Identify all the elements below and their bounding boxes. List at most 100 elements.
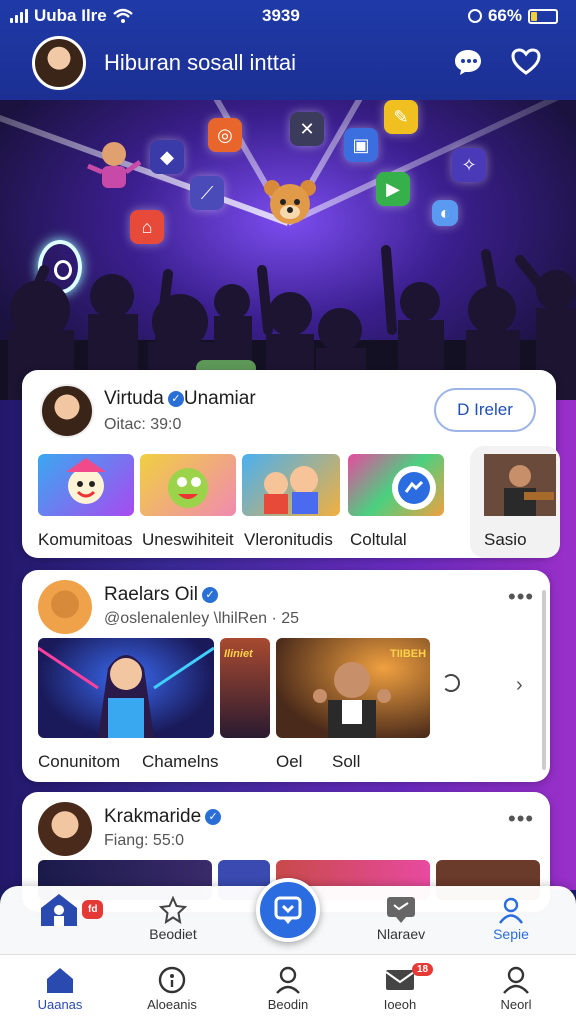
signal-icon — [10, 9, 28, 23]
app-icon: ◆ — [150, 140, 184, 174]
cartoon-jester-thumb — [66, 458, 106, 504]
tab-label: Uaanas — [37, 997, 83, 1012]
tab-badge: 18 — [412, 963, 434, 976]
tile-label: Vleronitudis — [244, 530, 333, 549]
alarm-icon — [467, 9, 482, 23]
poster-title: TIIBEH — [390, 648, 427, 660]
post-avatar[interactable] — [38, 802, 92, 856]
quick-home-button[interactable]: fd — [14, 894, 104, 926]
home-icon — [47, 968, 73, 993]
tile-label: Coltulal — [350, 530, 407, 549]
app-icon: ✕ — [290, 112, 324, 146]
chevron-right-icon[interactable]: › — [516, 674, 523, 697]
media-thumb[interactable]: TIIBEH — [276, 638, 430, 738]
creator-avatar[interactable] — [40, 384, 94, 438]
quick-profile-button[interactable]: Sepie — [466, 894, 556, 942]
quick-label: Sepie — [493, 926, 529, 942]
category-tile[interactable] — [242, 454, 340, 516]
app-icon: ◎ — [208, 118, 242, 152]
tab-inbox[interactable]: 18 Ioeoh — [350, 963, 450, 1012]
creator-name-text: Virtuda — [104, 388, 164, 409]
profile-icon — [503, 966, 529, 994]
musician-thumb — [484, 454, 556, 516]
tile-label: Uneswihiteit — [142, 530, 234, 549]
media-label: Soll — [332, 752, 361, 771]
post-author-name[interactable]: Raelars Oil ✓ — [104, 584, 218, 606]
search-person-icon — [276, 966, 300, 994]
wifi-icon — [112, 8, 133, 23]
heart-icon[interactable] — [510, 46, 542, 78]
media-thumb[interactable]: Iliniet — [220, 638, 270, 738]
quick-beodiet-button[interactable]: Beodiet — [128, 894, 218, 942]
tab-explore[interactable]: Aloeanis — [122, 963, 222, 1012]
app-icon: ✧ — [452, 148, 486, 182]
person-icon — [499, 897, 523, 924]
verified-badge-icon: ✓ — [205, 809, 222, 825]
verified-badge-icon: ✓ — [201, 587, 218, 603]
quick-label: Nlaraev — [376, 926, 426, 942]
creator-name[interactable]: Virtuda ✓ Unamiar — [104, 388, 256, 410]
status-time: 3939 — [262, 6, 300, 25]
battery-percent: 66% — [487, 6, 522, 25]
battery-icon — [528, 8, 558, 24]
cartoon-monster-thumb — [168, 468, 208, 508]
mail-icon — [385, 970, 415, 990]
post-author-text: Raelars Oil — [104, 584, 198, 605]
featured-creator-card: Virtuda ✓ Unamiar Oitac: 39:0 D Ireler Sas… — [22, 370, 560, 558]
status-bar: Uuba Ilre 3939 66% — [0, 0, 576, 32]
app-icon: ▣ — [344, 128, 378, 162]
media-label: Conunitom — [38, 752, 121, 771]
media-label: Oel — [276, 752, 303, 771]
tab-label: Ioeoh — [383, 997, 417, 1012]
app-header: Hiburan sosall inttai — [0, 34, 576, 94]
light-ray — [0, 100, 290, 226]
post-subtext: Fiang: 55:0 — [104, 832, 185, 849]
tab-profile[interactable]: Neorl — [466, 963, 566, 1012]
star-outline-icon — [159, 896, 187, 924]
tile-label: Komumitoas — [38, 530, 133, 549]
quick-message-button[interactable]: Nlaraev — [356, 894, 446, 942]
app-icon: ▶ — [376, 172, 410, 206]
app-icon: ⟋ — [190, 176, 224, 210]
chat-bubble-icon — [387, 897, 415, 923]
category-tile[interactable]: Sasio — [470, 446, 560, 558]
post-author-name[interactable]: Krakmaride ✓ — [104, 806, 222, 828]
messenger-icon[interactable] — [452, 46, 484, 78]
hero-banner: ◎ ✕ ▣ ◆ ⟋ ▶ ⌂ ✧ ✎ ◐ — [0, 100, 576, 400]
creator-name-second: Unamiar — [183, 388, 256, 409]
media-label: Chamelns — [142, 752, 219, 771]
bear-mascot — [264, 180, 316, 224]
page-title: Hiburan sosall inttai — [104, 50, 296, 75]
verified-badge-icon: ✓ — [167, 391, 184, 407]
tab-label: Beodin — [267, 997, 309, 1012]
tab-label: Neorl — [500, 997, 532, 1012]
more-options-icon[interactable]: ••• — [508, 806, 534, 832]
category-tile[interactable] — [348, 454, 444, 516]
tile-label: Sasio — [484, 530, 527, 549]
compose-fab-button[interactable] — [256, 878, 320, 942]
cartoon-kids-thumb — [264, 466, 318, 514]
scrollbar[interactable] — [542, 590, 546, 770]
refresh-icon[interactable] — [442, 674, 460, 692]
category-tile[interactable] — [140, 454, 236, 516]
category-tile[interactable] — [38, 454, 134, 516]
compass-icon — [158, 966, 186, 994]
home-person-icon — [41, 894, 77, 926]
carrier-name: Uuba Ilre — [34, 6, 107, 25]
more-options-icon[interactable]: ••• — [508, 584, 534, 610]
quick-label: Beodiet — [149, 926, 197, 942]
poster-title: Iliniet — [224, 648, 253, 660]
post-avatar[interactable] — [38, 580, 92, 634]
user-avatar[interactable] — [32, 36, 86, 90]
follow-button[interactable]: D Ireler — [434, 388, 536, 432]
post-card: Raelars Oil ✓ @oslenalenley \lhilRen · 25… — [22, 570, 550, 782]
bottom-tab-bar: Uaanas Aloeanis Beodin 18 Ioeoh Neorl — [0, 954, 576, 1024]
app-header-bar: Uuba Ilre 3939 66% Hiburan sosall inttai — [0, 0, 576, 100]
creator-subtext: Oitac: 39:0 — [104, 416, 182, 433]
tab-search[interactable]: Beodin — [238, 963, 338, 1012]
tab-home[interactable]: Uaanas — [10, 963, 110, 1012]
singer-woman-image — [38, 646, 214, 738]
media-thumb[interactable] — [38, 638, 214, 738]
app-icon: ◐ — [432, 200, 458, 226]
post-author-text: Krakmaride — [104, 806, 202, 827]
